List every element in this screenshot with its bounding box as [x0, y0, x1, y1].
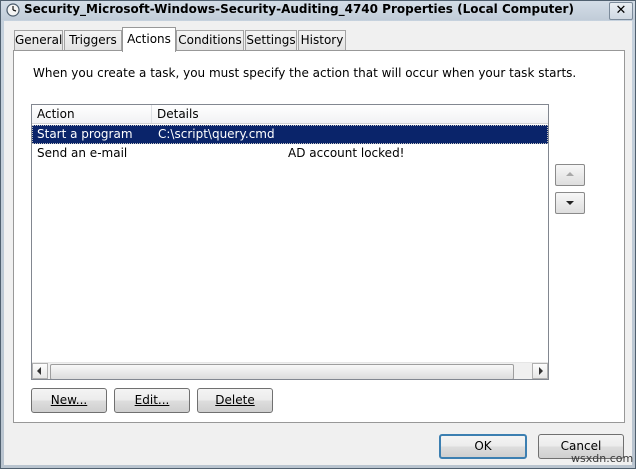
new-button-label: New... [50, 393, 88, 407]
move-up-icon [566, 172, 574, 176]
delete-button-label: Delete [215, 393, 255, 407]
watermark: wsxdn.com [571, 452, 634, 465]
list-item[interactable]: Start a program C:\script\query.cmd [32, 125, 548, 144]
list-header: Action Details [32, 105, 548, 124]
move-up-button[interactable] [555, 164, 585, 186]
dialog-body: General Triggers Actions Conditions Sett… [4, 21, 632, 465]
scrollbar-thumb[interactable] [50, 364, 514, 379]
column-header-action[interactable]: Action [32, 105, 152, 123]
window-title: Security_Microsoft-Windows-Security-Audi… [24, 2, 574, 16]
action-cell: Send an e-mail [37, 146, 128, 160]
tab-history[interactable]: History [298, 30, 346, 51]
ok-button-label: OK [474, 439, 492, 453]
details-cell: AD account locked! [288, 146, 405, 160]
new-button[interactable]: New... [31, 388, 107, 413]
action-cell: Start a program [37, 127, 133, 141]
title-bar[interactable]: Security_Microsoft-Windows-Security-Audi… [1, 1, 635, 20]
actions-list[interactable]: Action Details Start a program C:\script… [31, 104, 549, 380]
clock-icon [6, 3, 20, 17]
tab-actions[interactable]: Actions [122, 27, 176, 52]
edit-button-label: Edit... [134, 393, 170, 407]
scroll-left-icon [37, 367, 41, 375]
details-cell: C:\script\query.cmd [158, 127, 275, 141]
list-item[interactable]: Send an e-mail AD account locked! [32, 144, 548, 163]
close-icon: ✕ [615, 3, 627, 18]
actions-description: When you create a task, you must specify… [33, 66, 577, 80]
tab-settings[interactable]: Settings [245, 30, 297, 51]
tab-conditions[interactable]: Conditions [176, 30, 244, 51]
scroll-left-button[interactable] [32, 363, 48, 379]
delete-button[interactable]: Delete [197, 388, 273, 413]
close-button[interactable]: ✕ [609, 2, 633, 20]
move-down-icon [566, 201, 574, 205]
tab-general[interactable]: General [14, 30, 63, 51]
actions-panel: When you create a task, you must specify… [13, 50, 625, 423]
tab-triggers[interactable]: Triggers [64, 30, 122, 51]
move-down-button[interactable] [555, 192, 585, 214]
scroll-right-icon [539, 367, 543, 375]
properties-dialog: Security_Microsoft-Windows-Security-Audi… [0, 0, 636, 469]
scroll-right-button[interactable] [532, 363, 548, 379]
edit-button[interactable]: Edit... [114, 388, 190, 413]
column-header-details[interactable]: Details [152, 105, 548, 123]
horizontal-scrollbar[interactable] [32, 362, 548, 379]
cancel-button-label: Cancel [560, 439, 602, 453]
ok-button[interactable]: OK [439, 434, 527, 459]
